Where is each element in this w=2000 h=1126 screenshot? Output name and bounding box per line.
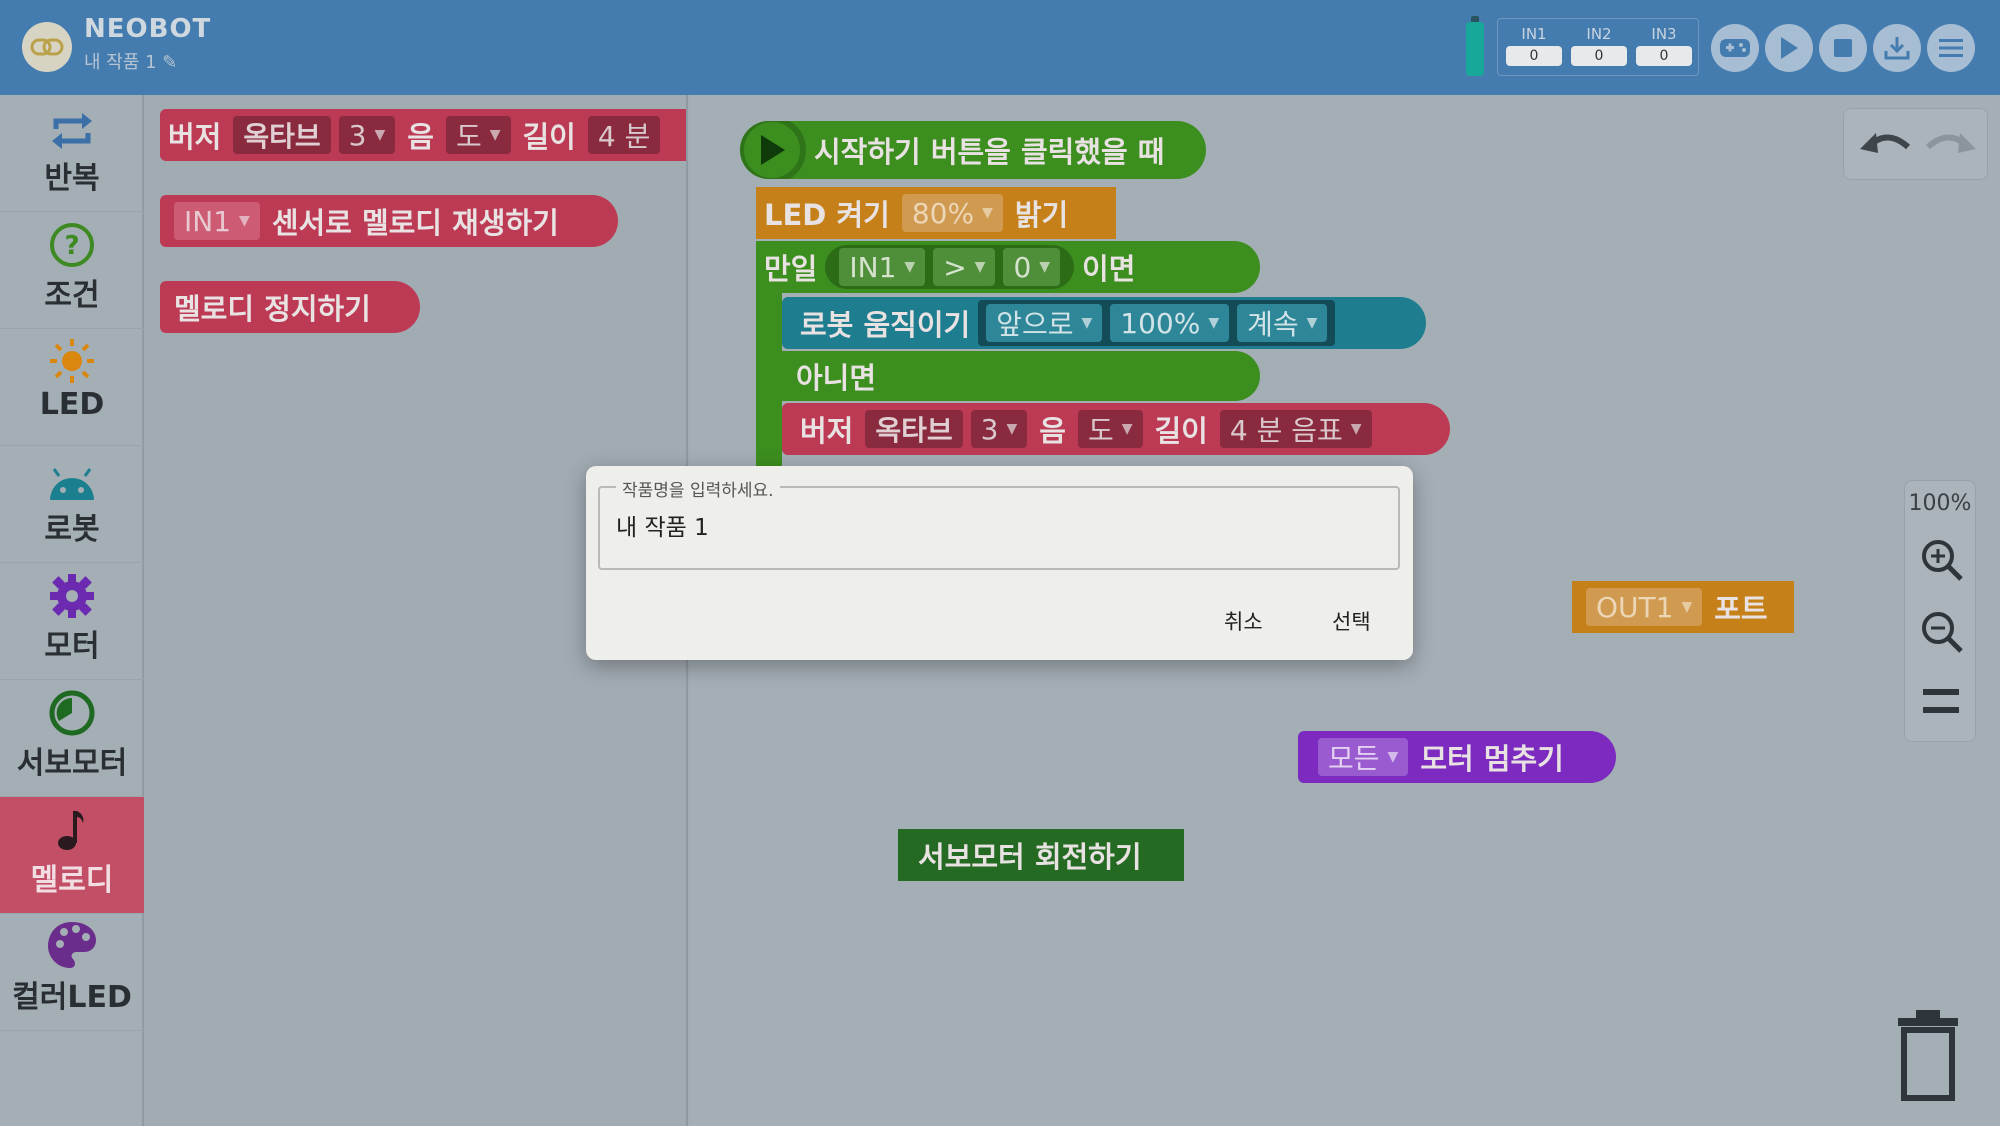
input-in2: IN2 0 bbox=[1571, 25, 1627, 66]
music-note-icon bbox=[58, 811, 84, 850]
category-led[interactable]: LED bbox=[0, 329, 144, 446]
undo-redo-panel bbox=[1843, 108, 1988, 180]
category-repeat[interactable]: 반복 bbox=[0, 95, 144, 212]
stop-button[interactable] bbox=[1819, 24, 1867, 72]
octave-dropdown[interactable]: 3 ▼ bbox=[338, 116, 396, 154]
if-block[interactable]: 만일 IN1 ▼ > ▼ 0 ▼ 이면 bbox=[756, 241, 1260, 293]
brightness-dropdown[interactable]: 80% ▼ bbox=[901, 194, 1003, 232]
battery-indicator bbox=[1466, 16, 1484, 76]
link-icon[interactable] bbox=[22, 22, 72, 72]
stop-icon bbox=[1834, 39, 1852, 57]
zoom-panel: 100% bbox=[1904, 480, 1976, 742]
gamepad-button[interactable] bbox=[1711, 24, 1759, 72]
servo-icon bbox=[49, 690, 95, 736]
flyout-sensor-melody-block[interactable]: IN1 ▼ 센서로 멜로디 재생하기 bbox=[160, 195, 618, 247]
speed-dropdown[interactable]: 100% ▼ bbox=[1110, 304, 1230, 342]
project-name-input[interactable] bbox=[616, 512, 1376, 538]
project-name-fieldset: 작품명을 입력하세요. bbox=[598, 476, 1400, 570]
question-icon: ? bbox=[50, 223, 94, 267]
zoom-reset-icon[interactable] bbox=[1921, 685, 1961, 723]
zoom-in-icon[interactable] bbox=[1919, 537, 1965, 587]
motor-stop-block[interactable]: 모든 ▼ 모터 멈추기 bbox=[1298, 731, 1616, 783]
led-on-block[interactable]: LED 켜기 80% ▼ 밝기 bbox=[756, 187, 1116, 239]
length-dropdown[interactable]: 4 분 bbox=[587, 116, 661, 154]
app-header: NEOBOT 내 작품 1 ✎ IN1 0 IN2 0 IN3 0 bbox=[0, 0, 2000, 95]
start-block[interactable]: 시작하기 버튼을 클릭했을 때 bbox=[740, 121, 1206, 179]
input-in3: IN3 0 bbox=[1636, 25, 1692, 66]
gear-icon bbox=[50, 574, 94, 618]
cancel-button[interactable]: 취소 bbox=[1224, 606, 1263, 636]
play-icon bbox=[740, 121, 806, 179]
zoom-out-icon[interactable] bbox=[1919, 609, 1965, 659]
project-name-legend: 작품명을 입력하세요. bbox=[616, 476, 780, 501]
select-button[interactable]: 선택 bbox=[1332, 606, 1371, 636]
play-button[interactable] bbox=[1765, 24, 1813, 72]
direction-dropdown[interactable]: 앞으로 ▼ bbox=[986, 304, 1103, 342]
sun-icon bbox=[50, 339, 94, 383]
length-dropdown[interactable]: 4 분 음표 ▼ bbox=[1219, 410, 1372, 448]
motor-target-dropdown[interactable]: 모든 ▼ bbox=[1318, 738, 1409, 776]
undo-icon[interactable] bbox=[1858, 125, 1912, 165]
menu-button[interactable] bbox=[1927, 24, 1975, 72]
servo-rotate-block[interactable]: 서보모터 회전하기 bbox=[898, 829, 1184, 881]
project-name-dialog: 작품명을 입력하세요. 취소 선택 bbox=[586, 466, 1413, 660]
if-port-dropdown[interactable]: IN1 ▼ bbox=[839, 248, 926, 286]
out-port-dropdown[interactable]: OUT1 ▼ bbox=[1586, 588, 1703, 626]
robot-icon bbox=[50, 468, 94, 500]
repeat-icon bbox=[52, 113, 92, 149]
category-condition[interactable]: ? 조건 bbox=[0, 212, 144, 329]
trash-icon[interactable] bbox=[1892, 1008, 1964, 1104]
input-sensor-panel: IN1 0 IN2 0 IN3 0 bbox=[1497, 18, 1699, 76]
palette-icon bbox=[48, 922, 96, 968]
duration-dropdown[interactable]: 계속 ▼ bbox=[1237, 304, 1328, 342]
out-port-block[interactable]: OUT1 ▼ 포트 bbox=[1572, 581, 1794, 633]
category-sidebar: 반복 ? 조건 LED 로봇 모터 서보모터 멜로디 컬러LED bbox=[0, 95, 144, 1126]
flyout-stop-melody-block[interactable]: 멜로디 정지하기 bbox=[160, 281, 420, 333]
project-title[interactable]: 내 작품 1 ✎ bbox=[84, 48, 177, 74]
flyout-buzzer-block[interactable]: 버저 옥타브 3 ▼ 음 도 ▼ 길이 4 분 bbox=[160, 109, 686, 161]
svg-text:?: ? bbox=[64, 231, 79, 261]
category-robot[interactable]: 로봇 bbox=[0, 446, 144, 563]
download-icon bbox=[1884, 37, 1910, 60]
else-block: 아니면 bbox=[756, 351, 1260, 401]
app-title: NEOBOT bbox=[84, 14, 212, 44]
play-icon bbox=[1781, 37, 1798, 59]
category-color-led[interactable]: 컬러LED bbox=[0, 914, 144, 1031]
robot-move-block[interactable]: 로봇 움직이기 앞으로 ▼ 100% ▼ 계속 ▼ bbox=[782, 297, 1426, 349]
category-motor[interactable]: 모터 bbox=[0, 563, 144, 680]
value-dropdown[interactable]: 0 ▼ bbox=[1003, 248, 1061, 286]
note-dropdown[interactable]: 도 ▼ bbox=[445, 116, 511, 154]
input-in1: IN1 0 bbox=[1506, 25, 1562, 66]
download-button[interactable] bbox=[1873, 24, 1921, 72]
category-melody[interactable]: 멜로디 bbox=[0, 797, 144, 914]
zoom-level: 100% bbox=[1908, 491, 1972, 516]
octave-label: 옥타브 bbox=[865, 410, 963, 448]
octave-label: 옥타브 bbox=[233, 116, 331, 154]
operator-dropdown[interactable]: > ▼ bbox=[933, 248, 996, 286]
redo-icon[interactable] bbox=[1924, 125, 1978, 165]
category-servo[interactable]: 서보모터 bbox=[0, 680, 144, 797]
condition-slot[interactable]: IN1 ▼ > ▼ 0 ▼ bbox=[825, 245, 1075, 289]
menu-icon bbox=[1939, 39, 1963, 57]
note-dropdown[interactable]: 도 ▼ bbox=[1077, 410, 1143, 448]
buzzer-block[interactable]: 버저 옥타브 3 ▼ 음 도 ▼ 길이 4 분 음표 ▼ bbox=[782, 403, 1450, 455]
port-dropdown[interactable]: IN1 ▼ bbox=[174, 202, 260, 240]
gamepad-icon bbox=[1720, 39, 1750, 57]
octave-dropdown[interactable]: 3 ▼ bbox=[970, 410, 1028, 448]
